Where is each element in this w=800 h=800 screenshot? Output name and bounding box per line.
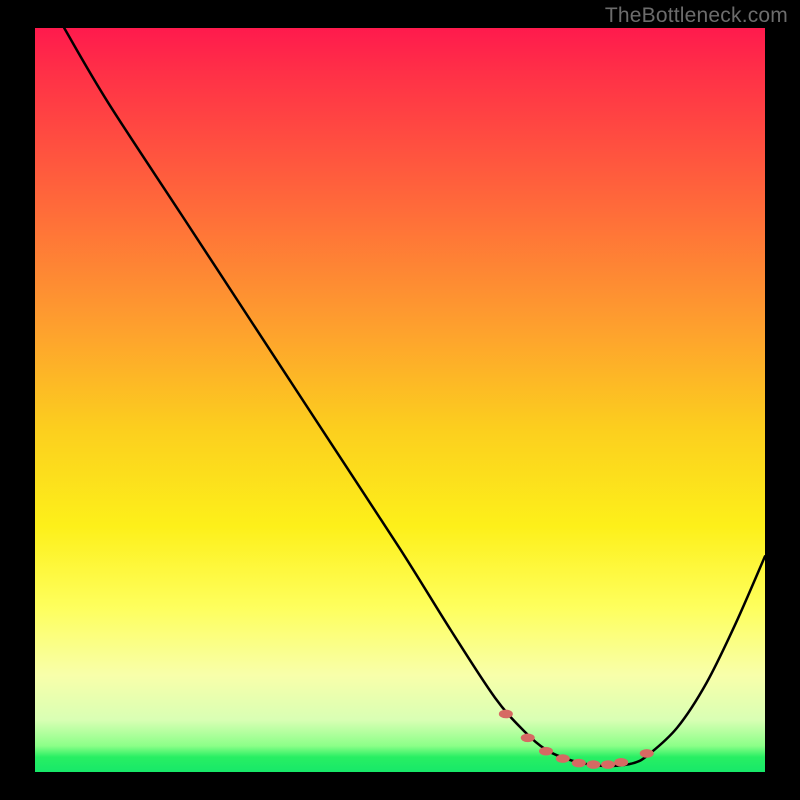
curve-layer	[35, 28, 765, 772]
highlight-dot	[521, 733, 535, 742]
highlight-dot	[614, 758, 628, 767]
highlight-dots	[499, 710, 654, 769]
highlight-dot	[499, 710, 513, 719]
highlight-dot	[640, 749, 654, 758]
highlight-dot	[586, 760, 600, 769]
highlight-dot	[601, 760, 615, 769]
bottleneck-curve	[64, 28, 765, 766]
chart-stage: TheBottleneck.com	[0, 0, 800, 800]
highlight-dot	[539, 747, 553, 756]
watermark-text: TheBottleneck.com	[605, 4, 788, 28]
highlight-dot	[572, 759, 586, 768]
highlight-dot	[556, 754, 570, 763]
plot-area	[35, 28, 765, 772]
